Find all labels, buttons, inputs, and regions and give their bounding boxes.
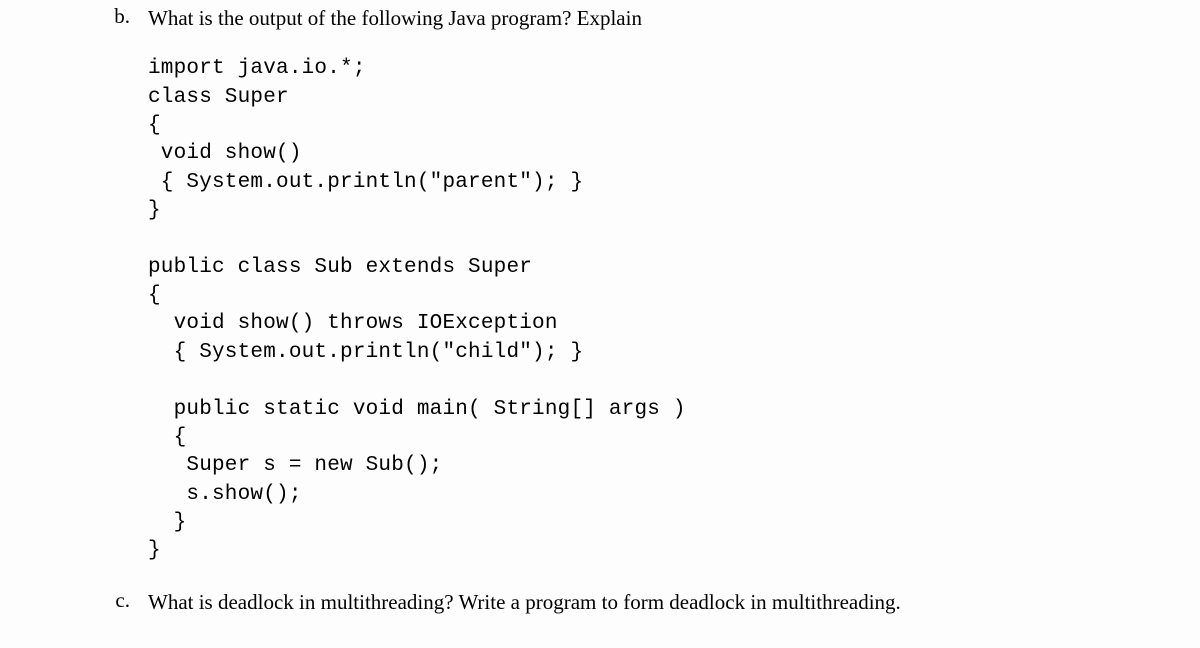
question-c-text: What is deadlock in multithreading? Writ… xyxy=(148,588,1160,617)
question-b-label: b. xyxy=(80,4,148,29)
question-b-text: What is the output of the following Java… xyxy=(148,4,1160,33)
question-b: b. What is the output of the following J… xyxy=(80,4,1160,33)
code-block-java: import java.io.*; class Super { void sho… xyxy=(148,55,1160,565)
exam-page: b. What is the output of the following J… xyxy=(0,0,1200,641)
question-c: c. What is deadlock in multithreading? W… xyxy=(80,588,1160,617)
question-c-label: c. xyxy=(80,588,148,613)
